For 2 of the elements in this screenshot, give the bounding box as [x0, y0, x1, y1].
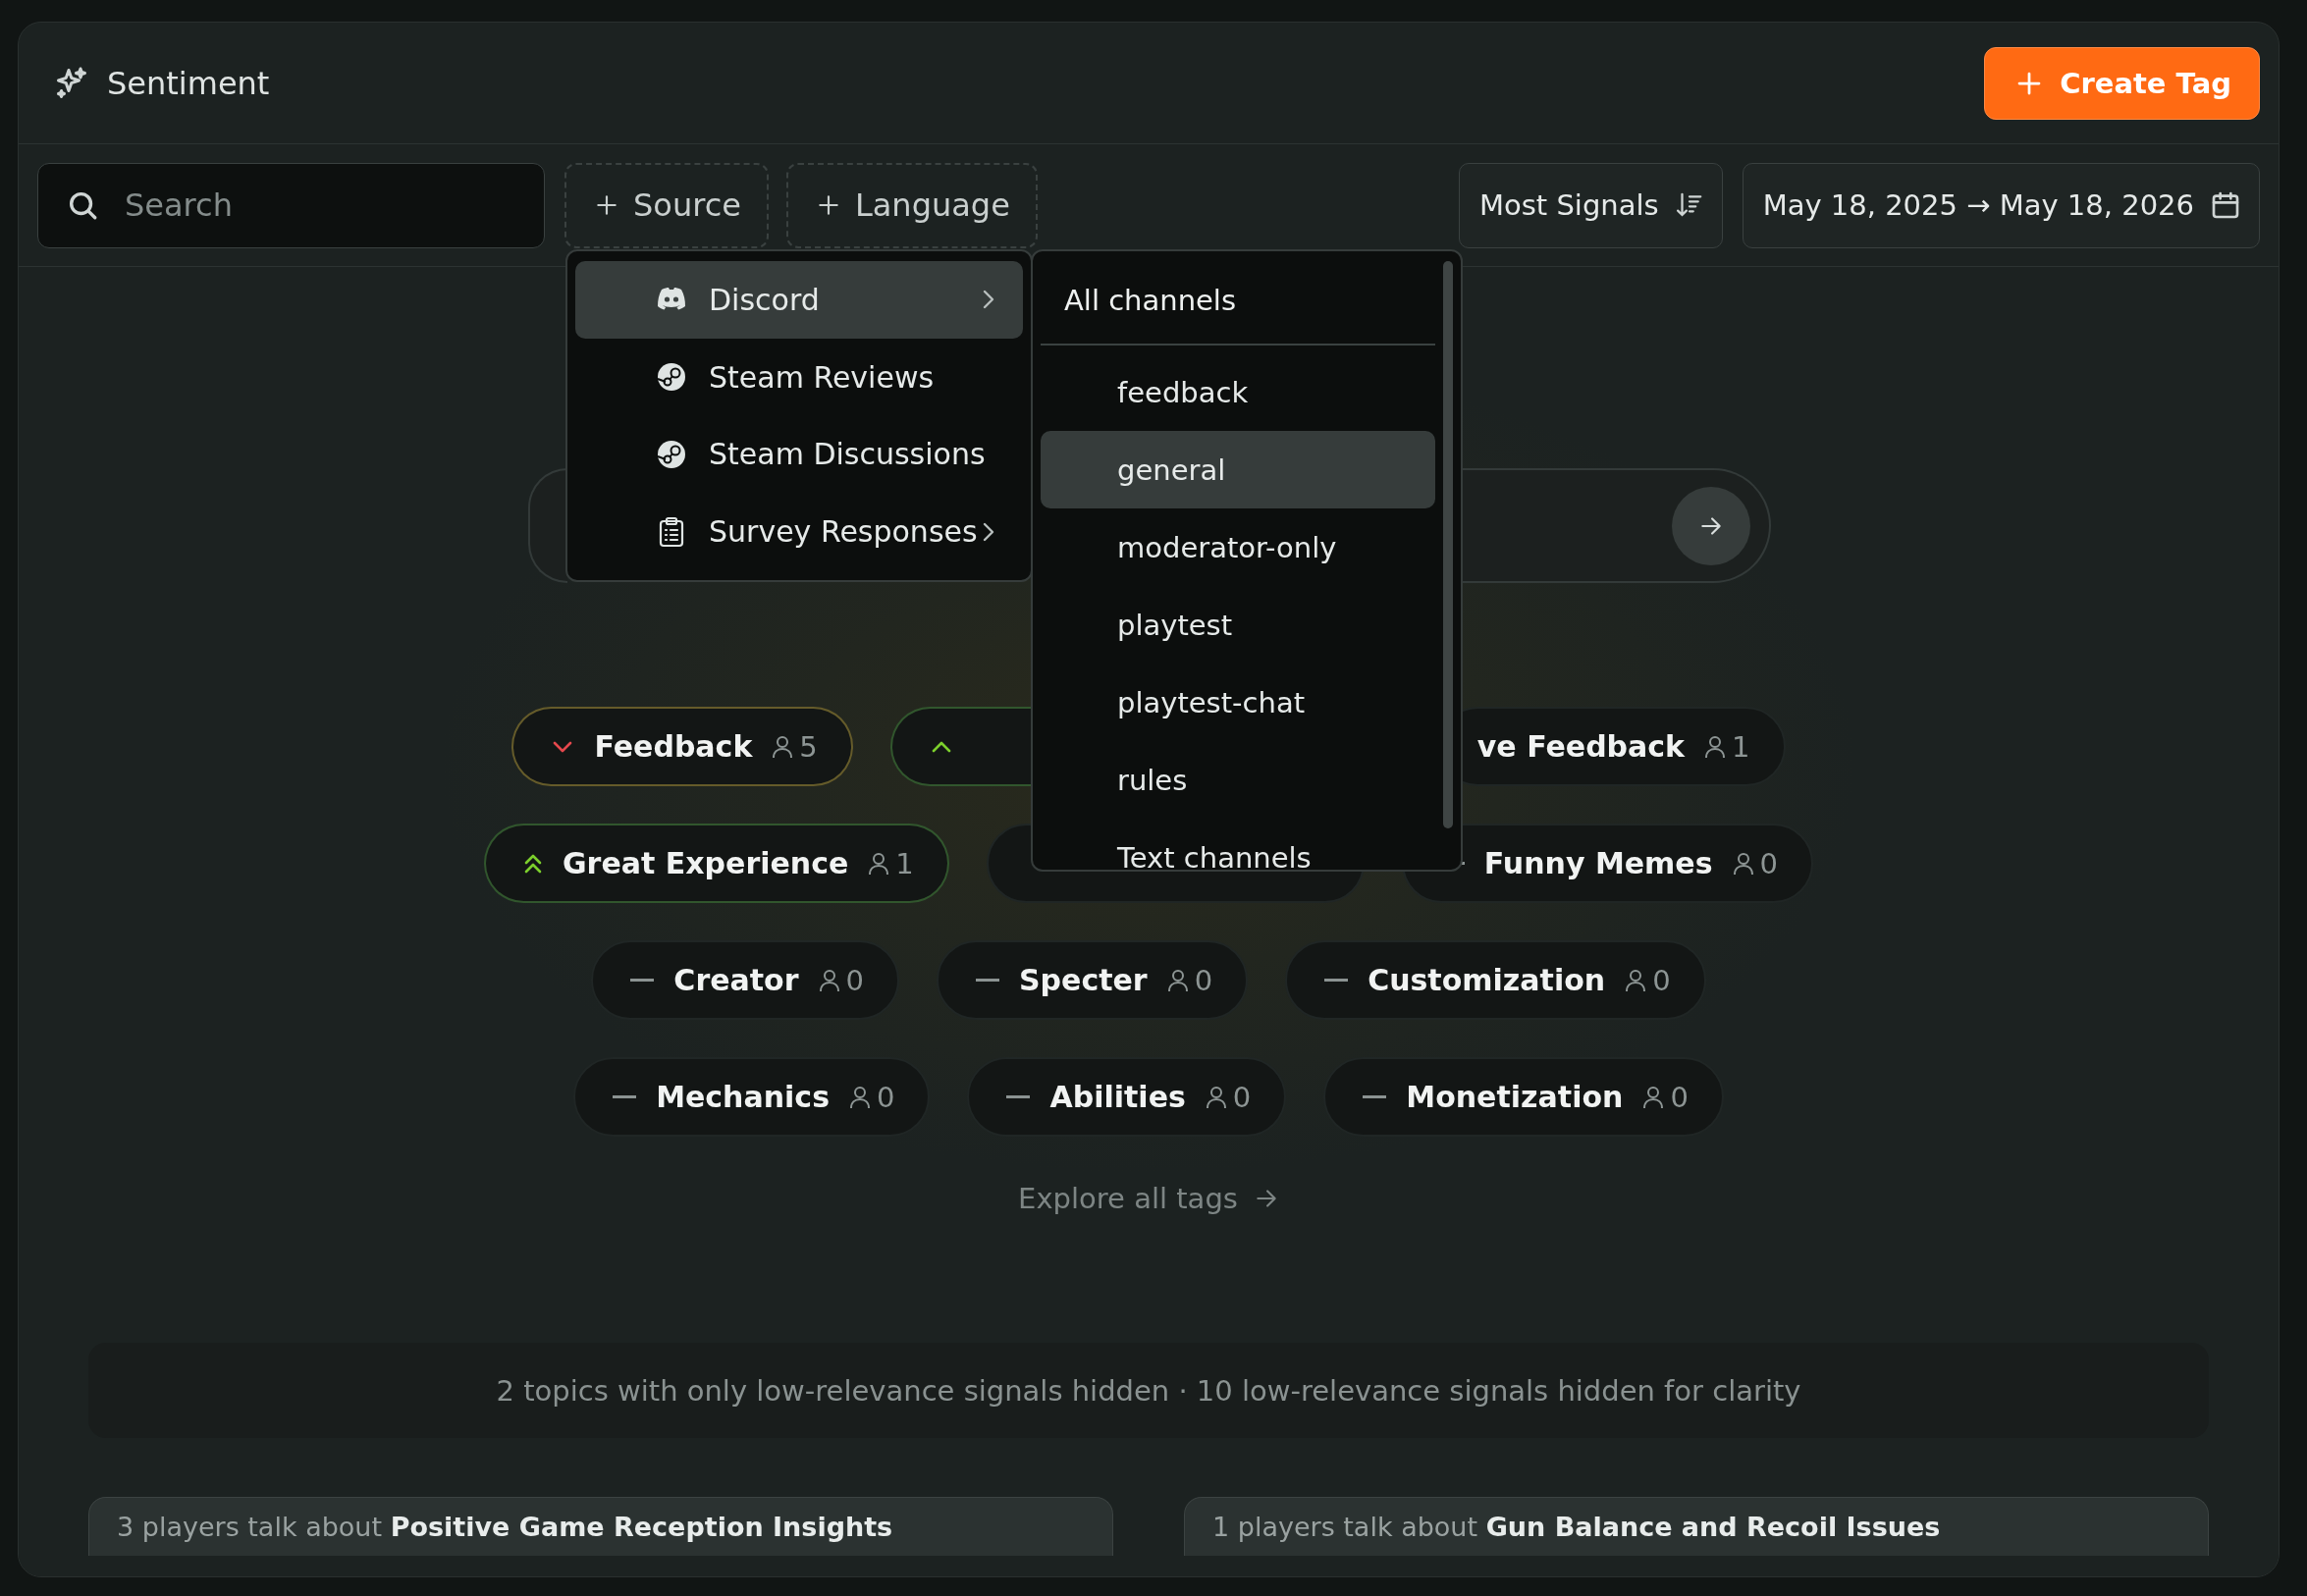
hidden-signals-notice: 2 topics with only low-relevance signals hidden · 10 low-relevance signals hidden for clarity: [88, 1343, 2209, 1438]
page-title: Sentiment: [107, 64, 270, 102]
